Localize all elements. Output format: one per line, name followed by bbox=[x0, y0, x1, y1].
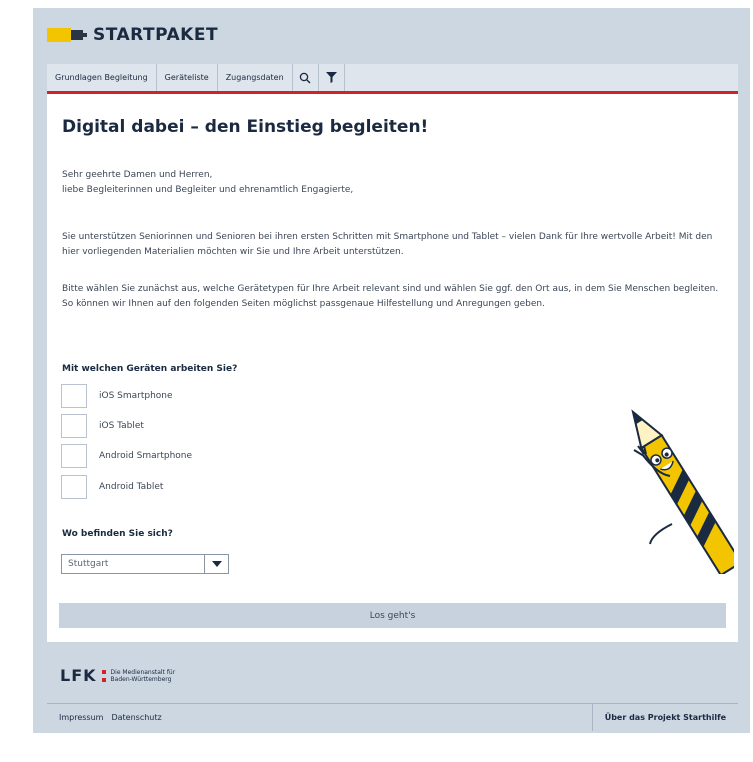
checkbox[interactable] bbox=[61, 414, 87, 438]
search-button[interactable] bbox=[293, 64, 319, 91]
filter-icon bbox=[325, 72, 337, 83]
submit-button[interactable]: Los geht's bbox=[59, 603, 726, 628]
checkbox[interactable] bbox=[61, 475, 87, 499]
greeting-line-1: Sehr geehrte Damen und Herren, bbox=[62, 170, 213, 180]
location-question: Wo befinden Sie sich? bbox=[62, 529, 173, 539]
content-card: Digital dabei – den Einstieg begleiten! … bbox=[47, 94, 738, 642]
filter-button[interactable] bbox=[319, 64, 345, 91]
checkbox-label: iOS Tablet bbox=[99, 421, 144, 431]
logo-text: STARTPAKET bbox=[93, 25, 219, 45]
checkbox-label: iOS Smartphone bbox=[99, 391, 173, 401]
greeting-line-2: liebe Begleiterinnen und Begleiter und e… bbox=[62, 185, 354, 195]
main-nav: Grundlagen Begleitung Geräteliste Zugang… bbox=[47, 64, 738, 94]
pencil-mascot-illustration bbox=[631, 409, 734, 574]
location-select[interactable]: Stuttgart bbox=[61, 554, 229, 574]
tab-grundlagen[interactable]: Grundlagen Begleitung bbox=[47, 64, 157, 91]
instruction-text: Bitte wählen Sie zunächst aus, welche Ge… bbox=[62, 284, 719, 309]
lfk-logo-subtitle: Die Medienanstalt für Baden-Württemberg bbox=[111, 669, 176, 683]
checkbox-label: Android Tablet bbox=[99, 482, 164, 492]
device-option-ios-smartphone[interactable]: iOS Smartphone bbox=[61, 384, 173, 408]
lfk-subtitle-line-2: Baden-Württemberg bbox=[110, 675, 172, 683]
page-title: Digital dabei – den Einstieg begleiten! bbox=[62, 117, 429, 137]
device-option-android-smartphone[interactable]: Android Smartphone bbox=[61, 444, 192, 468]
checkbox[interactable] bbox=[61, 384, 87, 408]
lfk-subtitle-line-1: Die Medienanstalt für bbox=[110, 668, 176, 676]
intro-text: Sie unterstützen Seniorinnen und Seniore… bbox=[62, 232, 713, 257]
lfk-logo[interactable]: LFK Die Medienanstalt für Baden-Württemb… bbox=[60, 666, 175, 685]
checkbox-label: Android Smartphone bbox=[99, 451, 193, 461]
lfk-logo-text: LFK bbox=[60, 666, 97, 685]
search-icon bbox=[299, 72, 311, 83]
lfk-logo-dots-icon bbox=[101, 669, 106, 682]
dropdown-toggle[interactable] bbox=[204, 555, 228, 573]
checkbox[interactable] bbox=[61, 444, 87, 468]
location-select-value: Stuttgart bbox=[68, 559, 109, 569]
tab-zugangsdaten[interactable]: Zugangsdaten bbox=[218, 64, 293, 91]
devices-question: Mit welchen Geräten arbeiten Sie? bbox=[62, 364, 238, 374]
device-option-android-tablet[interactable]: Android Tablet bbox=[61, 475, 163, 499]
header-logo[interactable]: STARTPAKET bbox=[47, 22, 218, 48]
greeting: Sehr geehrte Damen und Herren, liebe Beg… bbox=[62, 168, 727, 198]
footer-bar: Impressum Datenschutz Über das Projekt S… bbox=[47, 703, 738, 731]
footer-link-datenschutz[interactable]: Datenschutz bbox=[111, 713, 161, 722]
tab-geraeteliste[interactable]: Geräteliste bbox=[157, 64, 218, 91]
caret-down-icon bbox=[211, 561, 222, 567]
device-option-ios-tablet[interactable]: iOS Tablet bbox=[61, 414, 144, 438]
brand-mark-icon bbox=[47, 25, 87, 45]
footer-link-impressum[interactable]: Impressum bbox=[59, 713, 103, 722]
footer-link-about[interactable]: Über das Projekt Starthilfe bbox=[591, 704, 738, 731]
